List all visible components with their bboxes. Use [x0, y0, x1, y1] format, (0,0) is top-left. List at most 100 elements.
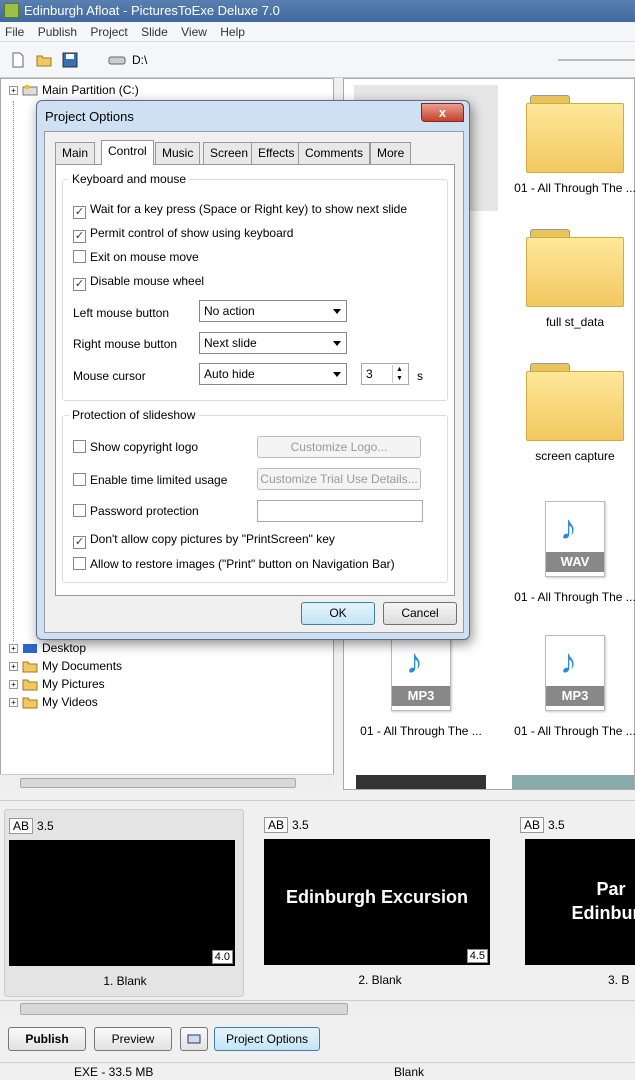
menu-project[interactable]: Project: [85, 22, 132, 42]
slide-caption: 2. Blank: [358, 973, 402, 987]
slide-time: 3.5: [548, 818, 565, 832]
slide-item[interactable]: AB 3.5 4.0 1. Blank: [4, 809, 244, 997]
tree-item-my-videos[interactable]: + My Videos: [9, 693, 98, 711]
slide-thumbnail: Par Edinburg: [525, 839, 635, 965]
file-item[interactable]: screen capture: [512, 361, 635, 463]
bottom-toolbar: Publish Preview Project Options: [0, 1020, 635, 1060]
mouse-cursor-select[interactable]: Auto hide: [199, 363, 347, 385]
time-limited-checkbox[interactable]: Enable time limited usage: [73, 473, 227, 487]
close-button[interactable]: x: [421, 103, 464, 122]
checkbox-check-icon: ✓: [73, 536, 86, 549]
right-mouse-label: Right mouse button: [73, 337, 178, 351]
folder-icon: [22, 661, 38, 673]
file-item[interactable]: ♪ MP3 01 - All Through The ...: [512, 635, 635, 738]
menu-file[interactable]: File: [0, 22, 29, 42]
expand-icon[interactable]: +: [9, 644, 18, 654]
slide-item[interactable]: AB 3.5 Edinburgh Excursion 4.5 2. Blank: [260, 809, 500, 997]
status-bar: EXE - 33.5 MB Blank: [0, 1062, 635, 1080]
preview-button[interactable]: Preview: [94, 1027, 172, 1051]
cancel-button[interactable]: Cancel: [383, 602, 457, 625]
folder-icon: [22, 679, 38, 691]
tab-screen[interactable]: Screen: [203, 142, 256, 164]
tree-guide: [13, 101, 14, 641]
slide-caption: 3. B: [608, 973, 630, 987]
cursor-seconds-spinner[interactable]: 3 ▲ ▼: [361, 363, 409, 385]
disable-wheel-checkbox[interactable]: ✓ Disable mouse wheel: [73, 274, 204, 291]
expand-icon[interactable]: +: [9, 680, 18, 690]
folder-icon: [22, 697, 38, 709]
tree-item-my-pictures[interactable]: + My Pictures: [9, 675, 105, 693]
dialog-title: Project Options: [45, 109, 134, 124]
drive-label: D:\: [132, 53, 148, 67]
dialog-body: Main Control Music Screen Effects Commen…: [44, 131, 464, 633]
menu-view[interactable]: View: [176, 22, 212, 42]
tab-music[interactable]: Music: [155, 142, 201, 164]
ok-button[interactable]: OK: [301, 602, 375, 625]
select-value: Next slide: [204, 336, 257, 350]
file-label: screen capture: [535, 449, 615, 463]
password-input[interactable]: [257, 500, 423, 522]
slide-text: Edinburgh Excursion: [285, 887, 468, 907]
tree-item-label: My Pictures: [42, 677, 105, 691]
spinner-arrows-icon[interactable]: ▲ ▼: [392, 365, 406, 383]
expand-icon[interactable]: +: [9, 86, 18, 96]
slide-item[interactable]: AB3.5 Par Edinburg 3. B: [516, 809, 635, 997]
tree-item-label: Main Partition (C:): [42, 83, 139, 97]
right-mouse-select[interactable]: Next slide: [199, 332, 347, 354]
slide-header: AB 3.5: [520, 817, 565, 833]
expand-icon[interactable]: +: [9, 662, 18, 672]
tree-item-desktop[interactable]: + Desktop: [9, 639, 86, 657]
status-size: EXE - 33.5 MB: [74, 1065, 154, 1079]
restore-images-checkbox[interactable]: Allow to restore images ("Print" button …: [73, 557, 395, 571]
tab-effects[interactable]: Effects: [251, 142, 302, 164]
close-icon: x: [438, 105, 447, 120]
save-icon[interactable]: [62, 52, 78, 68]
tree-item-main-partition[interactable]: + Main Partition (C:): [9, 81, 139, 99]
spinner-value: 3: [366, 367, 373, 381]
password-checkbox[interactable]: Password protection: [73, 504, 199, 518]
project-options-button[interactable]: Project Options: [214, 1027, 320, 1051]
file-label: 01 - All Through The ...: [514, 590, 635, 604]
open-folder-icon[interactable]: [36, 52, 52, 68]
app-icon: [4, 3, 19, 18]
menu-publish[interactable]: Publish: [33, 22, 82, 42]
file-item[interactable]: ♪ MP3 01 - All Through The ...: [358, 635, 484, 738]
tree-horizontal-scrollbar[interactable]: [0, 774, 334, 790]
checkbox-label: Exit on mouse move: [90, 250, 199, 264]
scrollbar-thumb[interactable]: [20, 778, 296, 788]
menu-help[interactable]: Help: [215, 22, 250, 42]
wait-key-checkbox[interactable]: ✓ Wait for a key press (Space or Right ke…: [73, 202, 407, 219]
tab-control[interactable]: Control: [101, 140, 154, 165]
publish-button[interactable]: Publish: [8, 1027, 86, 1051]
tab-comments[interactable]: Comments: [298, 142, 371, 164]
storyboard-horizontal-scrollbar[interactable]: [0, 1000, 635, 1016]
slide-options-button[interactable]: [180, 1027, 208, 1051]
exit-mouse-move-checkbox[interactable]: Exit on mouse move: [73, 250, 199, 264]
keyboard-control-checkbox[interactable]: ✓ Permit control of show using keyboard: [73, 226, 293, 243]
keyboard-mouse-group: Keyboard and mouse ✓ Wait for a key press…: [62, 172, 448, 401]
tab-more[interactable]: More: [370, 142, 412, 164]
tab-main[interactable]: Main: [55, 142, 96, 164]
checkbox-box: [73, 440, 86, 453]
copyright-logo-checkbox[interactable]: Show copyright logo: [73, 440, 198, 454]
file-item[interactable]: full st_data: [512, 227, 635, 329]
expand-icon[interactable]: +: [9, 698, 18, 708]
ab-badge: AB: [520, 817, 545, 833]
file-item[interactable]: ♪ WAV 01 - All Through The ...: [512, 501, 635, 604]
new-file-icon[interactable]: [10, 52, 26, 68]
menu-slide[interactable]: Slide: [136, 22, 173, 42]
tree-item-my-documents[interactable]: + My Documents: [9, 657, 122, 675]
project-options-dialog: Project Options x Main Control Music Scr…: [36, 100, 470, 640]
checkbox-label: Allow to restore images ("Print" button …: [90, 557, 395, 571]
customize-logo-button[interactable]: Customize Logo...: [257, 436, 421, 458]
customize-trial-button[interactable]: Customize Trial Use Details...: [257, 468, 421, 490]
scrollbar-thumb[interactable]: [20, 1003, 348, 1015]
left-mouse-select[interactable]: No action: [199, 300, 347, 322]
zoom-slider-track[interactable]: [558, 59, 635, 61]
checkbox-label: Show copyright logo: [90, 440, 199, 454]
file-item[interactable]: 01 - All Through The ...: [512, 93, 635, 195]
chevron-down-icon: [333, 309, 341, 314]
printscreen-checkbox[interactable]: ✓ Don't allow copy pictures by "PrintScre…: [73, 532, 335, 549]
folder-icon: [526, 227, 624, 307]
mp3-file-icon: ♪ MP3: [545, 635, 605, 711]
